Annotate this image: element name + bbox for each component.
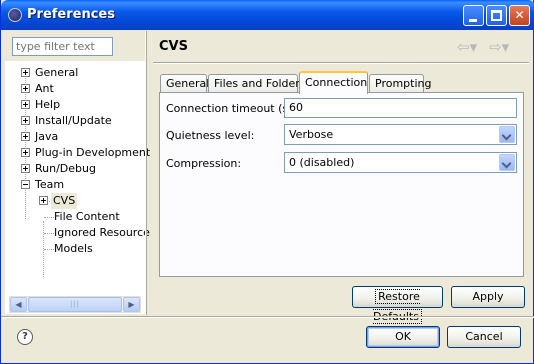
- expand-icon[interactable]: [21, 164, 30, 173]
- tree-item-file-content[interactable]: File Content: [54, 209, 120, 225]
- expand-icon[interactable]: [21, 116, 30, 125]
- scroll-thumb[interactable]: |||: [28, 297, 122, 312]
- tab-files-and-folders[interactable]: Files and Folders: [208, 74, 306, 93]
- bottom-separator: [1, 316, 534, 318]
- tree-item-label: Models: [54, 242, 93, 255]
- preferences-dialog: Preferences ✕ General Ant Help: [0, 0, 534, 364]
- tree-item-label: CVS: [51, 193, 78, 209]
- compression-select[interactable]: 0 (disabled): [284, 152, 517, 173]
- quietness-label: Quietness level:: [166, 129, 255, 142]
- tree-item-label: Plug-in Development: [35, 146, 151, 159]
- tree-item-label: Install/Update: [35, 114, 112, 127]
- tree-item-label: General: [35, 66, 79, 79]
- tree-item-label: Help: [35, 98, 61, 111]
- chevron-down-icon[interactable]: [499, 126, 515, 143]
- timeout-label: Connection timeout (s):: [166, 102, 297, 115]
- tree-item-label: Ignored Resource: [54, 226, 150, 239]
- close-button[interactable]: ✕: [509, 5, 530, 26]
- tree-item-label: Run/Debug: [35, 162, 96, 175]
- connection-panel: Connection timeout (s): 60 Quietness lev…: [159, 92, 524, 277]
- compression-value: 0 (disabled): [289, 156, 355, 169]
- tree-item-label: Ant: [35, 82, 54, 95]
- tab-connection[interactable]: Connection: [299, 71, 368, 94]
- back-arrow-icon[interactable]: ⇦▾: [457, 38, 477, 56]
- cancel-button[interactable]: Cancel: [447, 326, 521, 348]
- expand-icon[interactable]: [21, 68, 30, 77]
- eclipse-icon: [8, 8, 22, 22]
- pane-splitter[interactable]: [145, 31, 147, 315]
- help-icon[interactable]: ?: [17, 329, 33, 345]
- tree-item-models[interactable]: Models: [54, 241, 93, 257]
- tree-item-label: Java: [35, 130, 59, 143]
- page-title: CVS: [159, 39, 188, 54]
- tree-item-label: File Content: [54, 210, 120, 223]
- horizontal-scrollbar[interactable]: ◀ ||| ▶: [9, 296, 141, 313]
- scroll-left-icon[interactable]: ◀: [10, 297, 27, 312]
- expand-icon[interactable]: [21, 148, 30, 157]
- forward-arrow-icon[interactable]: ⇨▾: [489, 38, 509, 56]
- chevron-down-icon[interactable]: [499, 154, 515, 171]
- minimize-button[interactable]: [463, 5, 484, 26]
- tab-general[interactable]: General: [160, 74, 209, 93]
- expand-icon[interactable]: [21, 84, 30, 93]
- title-separator: [153, 62, 529, 64]
- scroll-right-icon[interactable]: ▶: [123, 297, 140, 312]
- timeout-field[interactable]: 60: [284, 98, 517, 118]
- tab-prompting[interactable]: Prompting: [369, 74, 431, 93]
- tree-item-ignored-resource[interactable]: Ignored Resource: [54, 225, 150, 241]
- maximize-button[interactable]: [486, 5, 507, 26]
- apply-button[interactable]: Apply: [451, 286, 525, 308]
- expand-icon[interactable]: [39, 196, 48, 205]
- window-title: Preferences: [27, 7, 115, 22]
- expand-icon[interactable]: [21, 100, 30, 109]
- page-navigation: ⇦▾ ⇨▾: [457, 38, 521, 56]
- quietness-select[interactable]: Verbose: [284, 124, 517, 145]
- restore-defaults-label: Restore Defaults: [373, 289, 422, 324]
- expand-icon[interactable]: [21, 132, 30, 141]
- tree-item-label: Team: [35, 178, 65, 191]
- preference-tree: General Ant Help Install/Update Java Plu…: [5, 61, 150, 314]
- quietness-value: Verbose: [289, 128, 334, 141]
- collapse-icon[interactable]: [21, 180, 30, 189]
- restore-defaults-button[interactable]: Restore Defaults: [352, 286, 443, 324]
- title-bar[interactable]: Preferences ✕: [1, 0, 534, 30]
- preference-navigation: General Ant Help Install/Update Java Plu…: [5, 31, 150, 315]
- compression-label: Compression:: [166, 157, 242, 170]
- filter-input[interactable]: [12, 37, 113, 56]
- ok-button[interactable]: OK: [366, 326, 440, 348]
